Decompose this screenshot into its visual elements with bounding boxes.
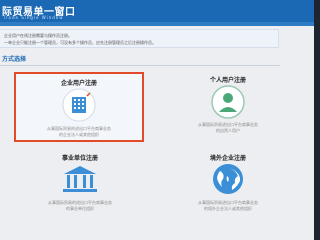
building-icon [62,88,96,126]
card-title: 个人用户注册 [209,77,246,84]
institution-building-icon [60,163,100,199]
section-title: 方式选择 [2,56,27,63]
user-icon [211,85,245,123]
personal-register-card[interactable]: 个人用户注册 从事国际贸易进出口平台商事业务 的自然人用户 [168,72,288,133]
site-subtitle: Trade Single Window [3,15,64,20]
enterprise-register-card[interactable]: 企业用户注册 从事国际贸易的进出口平台商事业务 的企业法人或其他组织 [14,72,144,142]
card-desc: 的企业法人或其他组织 [59,132,99,137]
card-title: 事业单位注册 [61,155,98,162]
card-title: 企业用户注册 [60,80,97,87]
notice-box: 企业用户在线注册需要与操作员注册。 一单企业只能注册一个管理员，可没有多个操作员… [0,29,279,48]
header-bar: 际贸易单一窗口 Trade Single Window [0,0,314,22]
card-title: 境外企业注册 [209,155,246,162]
site-logo[interactable]: 际贸易单一窗口 Trade Single Window [0,2,140,22]
overseas-register-card[interactable]: 境外企业注册 从事国际贸易进出口平台商事业务 的境外企业法人或其他组织 [168,150,288,211]
divider [0,65,280,66]
institution-register-card[interactable]: 事业单位注册 从事国际贸易的进出口平台商事业务 的事业单位组织 [20,150,140,211]
globe-icon [211,162,245,200]
browser-viewport: 际贸易单一窗口 Trade Single Window 企业用户在线注册需要与操… [0,0,314,240]
notice-line: 一单企业只能注册一个管理员，可没有多个操作员，应先注册管理员之后注册操作员。 [4,40,156,45]
card-desc: 的境外企业法人或其他组织 [204,206,252,211]
notice-line: 企业用户在线注册需要与操作员注册。 [4,33,72,38]
card-desc: 的自然人用户 [216,128,240,133]
header-banner [0,22,314,26]
card-desc: 的事业单位组织 [66,206,94,211]
